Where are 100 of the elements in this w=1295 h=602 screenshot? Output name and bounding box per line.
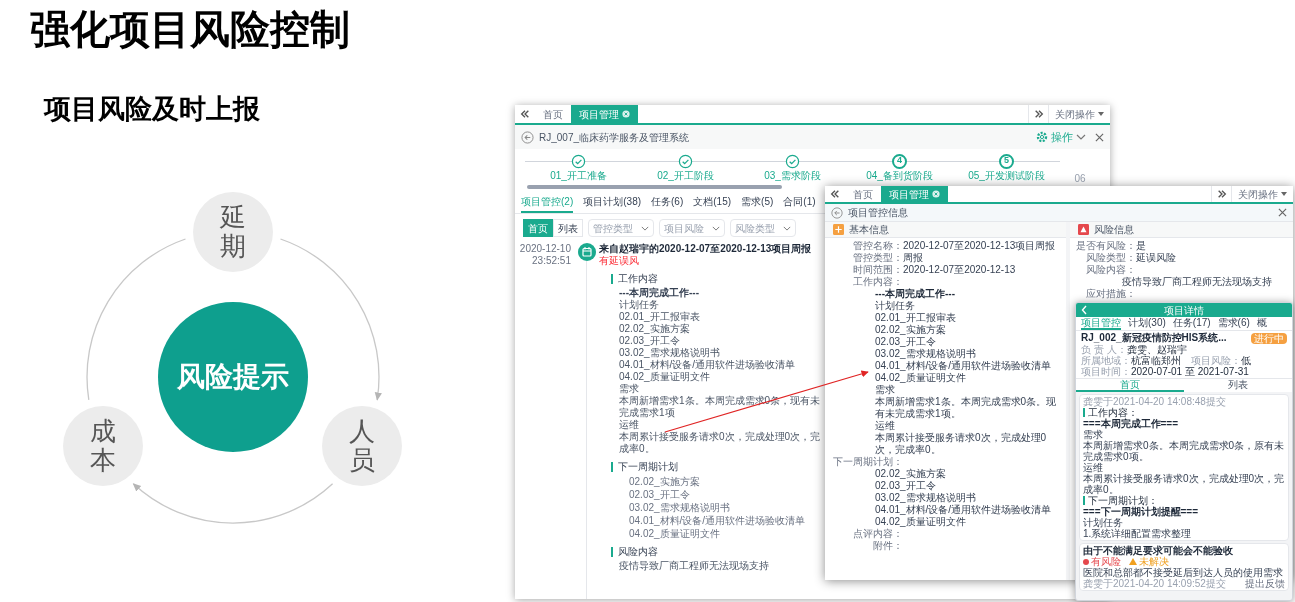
text-line: 04.02_质量证明文件 (875, 372, 967, 384)
text-line: 疫情导致厂商工程师无法现场支持 (619, 560, 770, 572)
double-chevron-left-icon (520, 109, 530, 119)
slide-title: 强化项目风险控制 (30, 6, 350, 52)
text-line: 本周新增需求0条。本周完成需求0条，原有未完成需求0项。 (1083, 440, 1285, 462)
close-menu-button[interactable]: 关闭操作 (1231, 186, 1293, 202)
text-line: 计划任务 (619, 299, 660, 311)
text-line: 04.02_质量证明文件 (628, 527, 721, 540)
tab[interactable]: 任务(17) (1172, 317, 1211, 330)
toggle-button[interactable]: 首页 (1076, 379, 1184, 392)
text-line: 04.01_材料/设备/通用软件进场验收清单 (619, 359, 797, 371)
text-line: 本周累计接受服务请求0次，完成处理0次，完成率0。 (1083, 473, 1285, 495)
text-line: 03.02_需求规格说明书 (628, 501, 731, 514)
text-line: 02.03_开工令 (628, 488, 691, 501)
entry-date: 2020-12-10 (519, 243, 571, 255)
field-value: 杭富临郑州 (1131, 355, 1181, 366)
text-line: 本周新增需求1条。本周完成需求0条。现有未完成需求1项。 (875, 396, 1058, 420)
step-number: 5 (999, 153, 1014, 169)
chevron-down-icon (641, 225, 649, 231)
text-line: 02.02_实施方案 (628, 475, 701, 488)
text-line: 03.02_需求规格说明书 (875, 492, 977, 504)
back-icon[interactable] (521, 130, 534, 144)
text-line: 计划任务 (875, 300, 916, 312)
section-heading: 工作内容 (618, 272, 658, 285)
risk-text: 医院和总部都不接受延后到达人员的使用需求 (1083, 567, 1284, 578)
project-title: RJ_002_新冠疫情防控HIS系统... (1081, 332, 1227, 344)
field-label: 管控名称： (853, 240, 903, 252)
step-number: 4 (892, 153, 907, 169)
double-chevron-right-icon (1216, 189, 1227, 199)
toggle-button[interactable]: 列表 (1184, 379, 1292, 392)
text-line: 04.01_材料/设备/通用软件进场验收清单 (875, 504, 1053, 516)
tab[interactable]: 首页 (535, 105, 571, 123)
text-line: 03.02_需求规格说明书 (875, 348, 977, 360)
tab[interactable]: 项目管控(2) (521, 195, 574, 213)
tag-label: 未解决 (1139, 556, 1169, 567)
tab[interactable]: 首页 (845, 186, 881, 202)
tab[interactable]: 项目管理 (571, 105, 638, 123)
field-label: 管控类型： (853, 252, 903, 264)
cycle-node: 人员 (322, 406, 402, 486)
close-button[interactable] (1278, 208, 1287, 217)
toggle-button[interactable]: 首页 (523, 219, 553, 237)
text-line: 02.01_开工报审表 (619, 311, 701, 323)
tab[interactable]: 项目计划(38) (583, 195, 642, 213)
double-chevron-left-icon (830, 189, 840, 199)
toggle-button[interactable]: 列表 (553, 219, 583, 237)
text-line: 疫情导致厂商工程师无法现场支持 (1122, 276, 1273, 288)
text-line: ---本周完成工作--- (875, 288, 956, 300)
text-line: ===下一周期计划提醒=== (1083, 506, 1200, 517)
feedback-link[interactable]: 提出反馈 (1245, 578, 1285, 589)
tab[interactable]: 需求(6) (1217, 317, 1250, 330)
dropdown-field[interactable]: 风险类型 (730, 219, 796, 237)
text-line: 运维 (875, 420, 896, 432)
caret-icon (1098, 112, 1104, 116)
double-chevron-right-icon (1033, 109, 1044, 119)
text-line: ---本周完成工作--- (619, 287, 700, 299)
accent-bar (1083, 408, 1085, 417)
settings-icon (1036, 131, 1048, 143)
text-line: 需求 (1083, 429, 1104, 440)
text-line: 02.03_开工令 (875, 336, 937, 348)
tab[interactable]: 计划(30) (1128, 317, 1166, 330)
dropdown-field[interactable]: 管控类型 (588, 219, 654, 237)
close-menu-button[interactable]: 关闭操作 (1048, 105, 1110, 123)
step-label: 06 (1074, 172, 1086, 185)
tab[interactable]: 合同(1) (783, 195, 816, 213)
chevron-down-icon (783, 225, 791, 231)
risk-flag-text: 有延误风 (599, 255, 640, 267)
field-value: 龚雯、赵瑞宇 (1126, 344, 1187, 355)
step-label: 04_备到货阶段 (866, 169, 933, 182)
step-label: 03_需求阶段 (764, 169, 821, 182)
risk-title: 由于不能满足要求可能会不能验收 (1083, 545, 1234, 556)
tab[interactable]: 概 (1256, 317, 1267, 330)
tag-label: 有风险 (1091, 556, 1121, 567)
text-line: 02.03_开工令 (875, 480, 937, 492)
tab[interactable]: 项目管理 (881, 186, 948, 202)
field-label: 风险类型： (1086, 252, 1136, 264)
step-label: 02_开工阶段 (657, 169, 714, 182)
operation-menu[interactable]: 操作 (1036, 128, 1086, 146)
close-icon (1278, 208, 1287, 217)
accent-bar (611, 461, 613, 472)
text-line: 02.03_开工令 (619, 335, 681, 347)
text-line: 02.01_开工报审表 (875, 312, 957, 324)
close-button[interactable] (1095, 132, 1104, 142)
accent-bar (611, 273, 613, 284)
slide-subtitle: 项目风险及时上报 (44, 93, 260, 126)
text-line: 04.01_材料/设备/通用软件进场验收清单 (628, 514, 807, 527)
text-line: 计划任务 (1083, 517, 1124, 528)
field-value: 2020-07-01 至 2021-07-31 (1131, 366, 1249, 377)
tab[interactable]: 文档(15) (693, 195, 732, 213)
submitted-text: 龚雯于2021-04-20 14:08:48提交 (1083, 396, 1227, 407)
scrollbar[interactable] (527, 185, 782, 189)
field-label: 时间范围： (853, 264, 903, 276)
field-value: 延误风险 (1136, 252, 1176, 264)
tab[interactable]: 任务(6) (651, 195, 684, 213)
dropdown-field[interactable]: 项目风险 (659, 219, 725, 237)
field-label: 是否有风险： (1076, 240, 1136, 252)
field-label: 工作内容： (853, 276, 903, 288)
field-label: 所属地域： (1081, 355, 1131, 366)
field-label: 负 责 人： (1081, 344, 1127, 355)
text-line: 04.02_质量证明文件 (875, 516, 967, 528)
tab[interactable]: 需求(5) (741, 195, 774, 213)
